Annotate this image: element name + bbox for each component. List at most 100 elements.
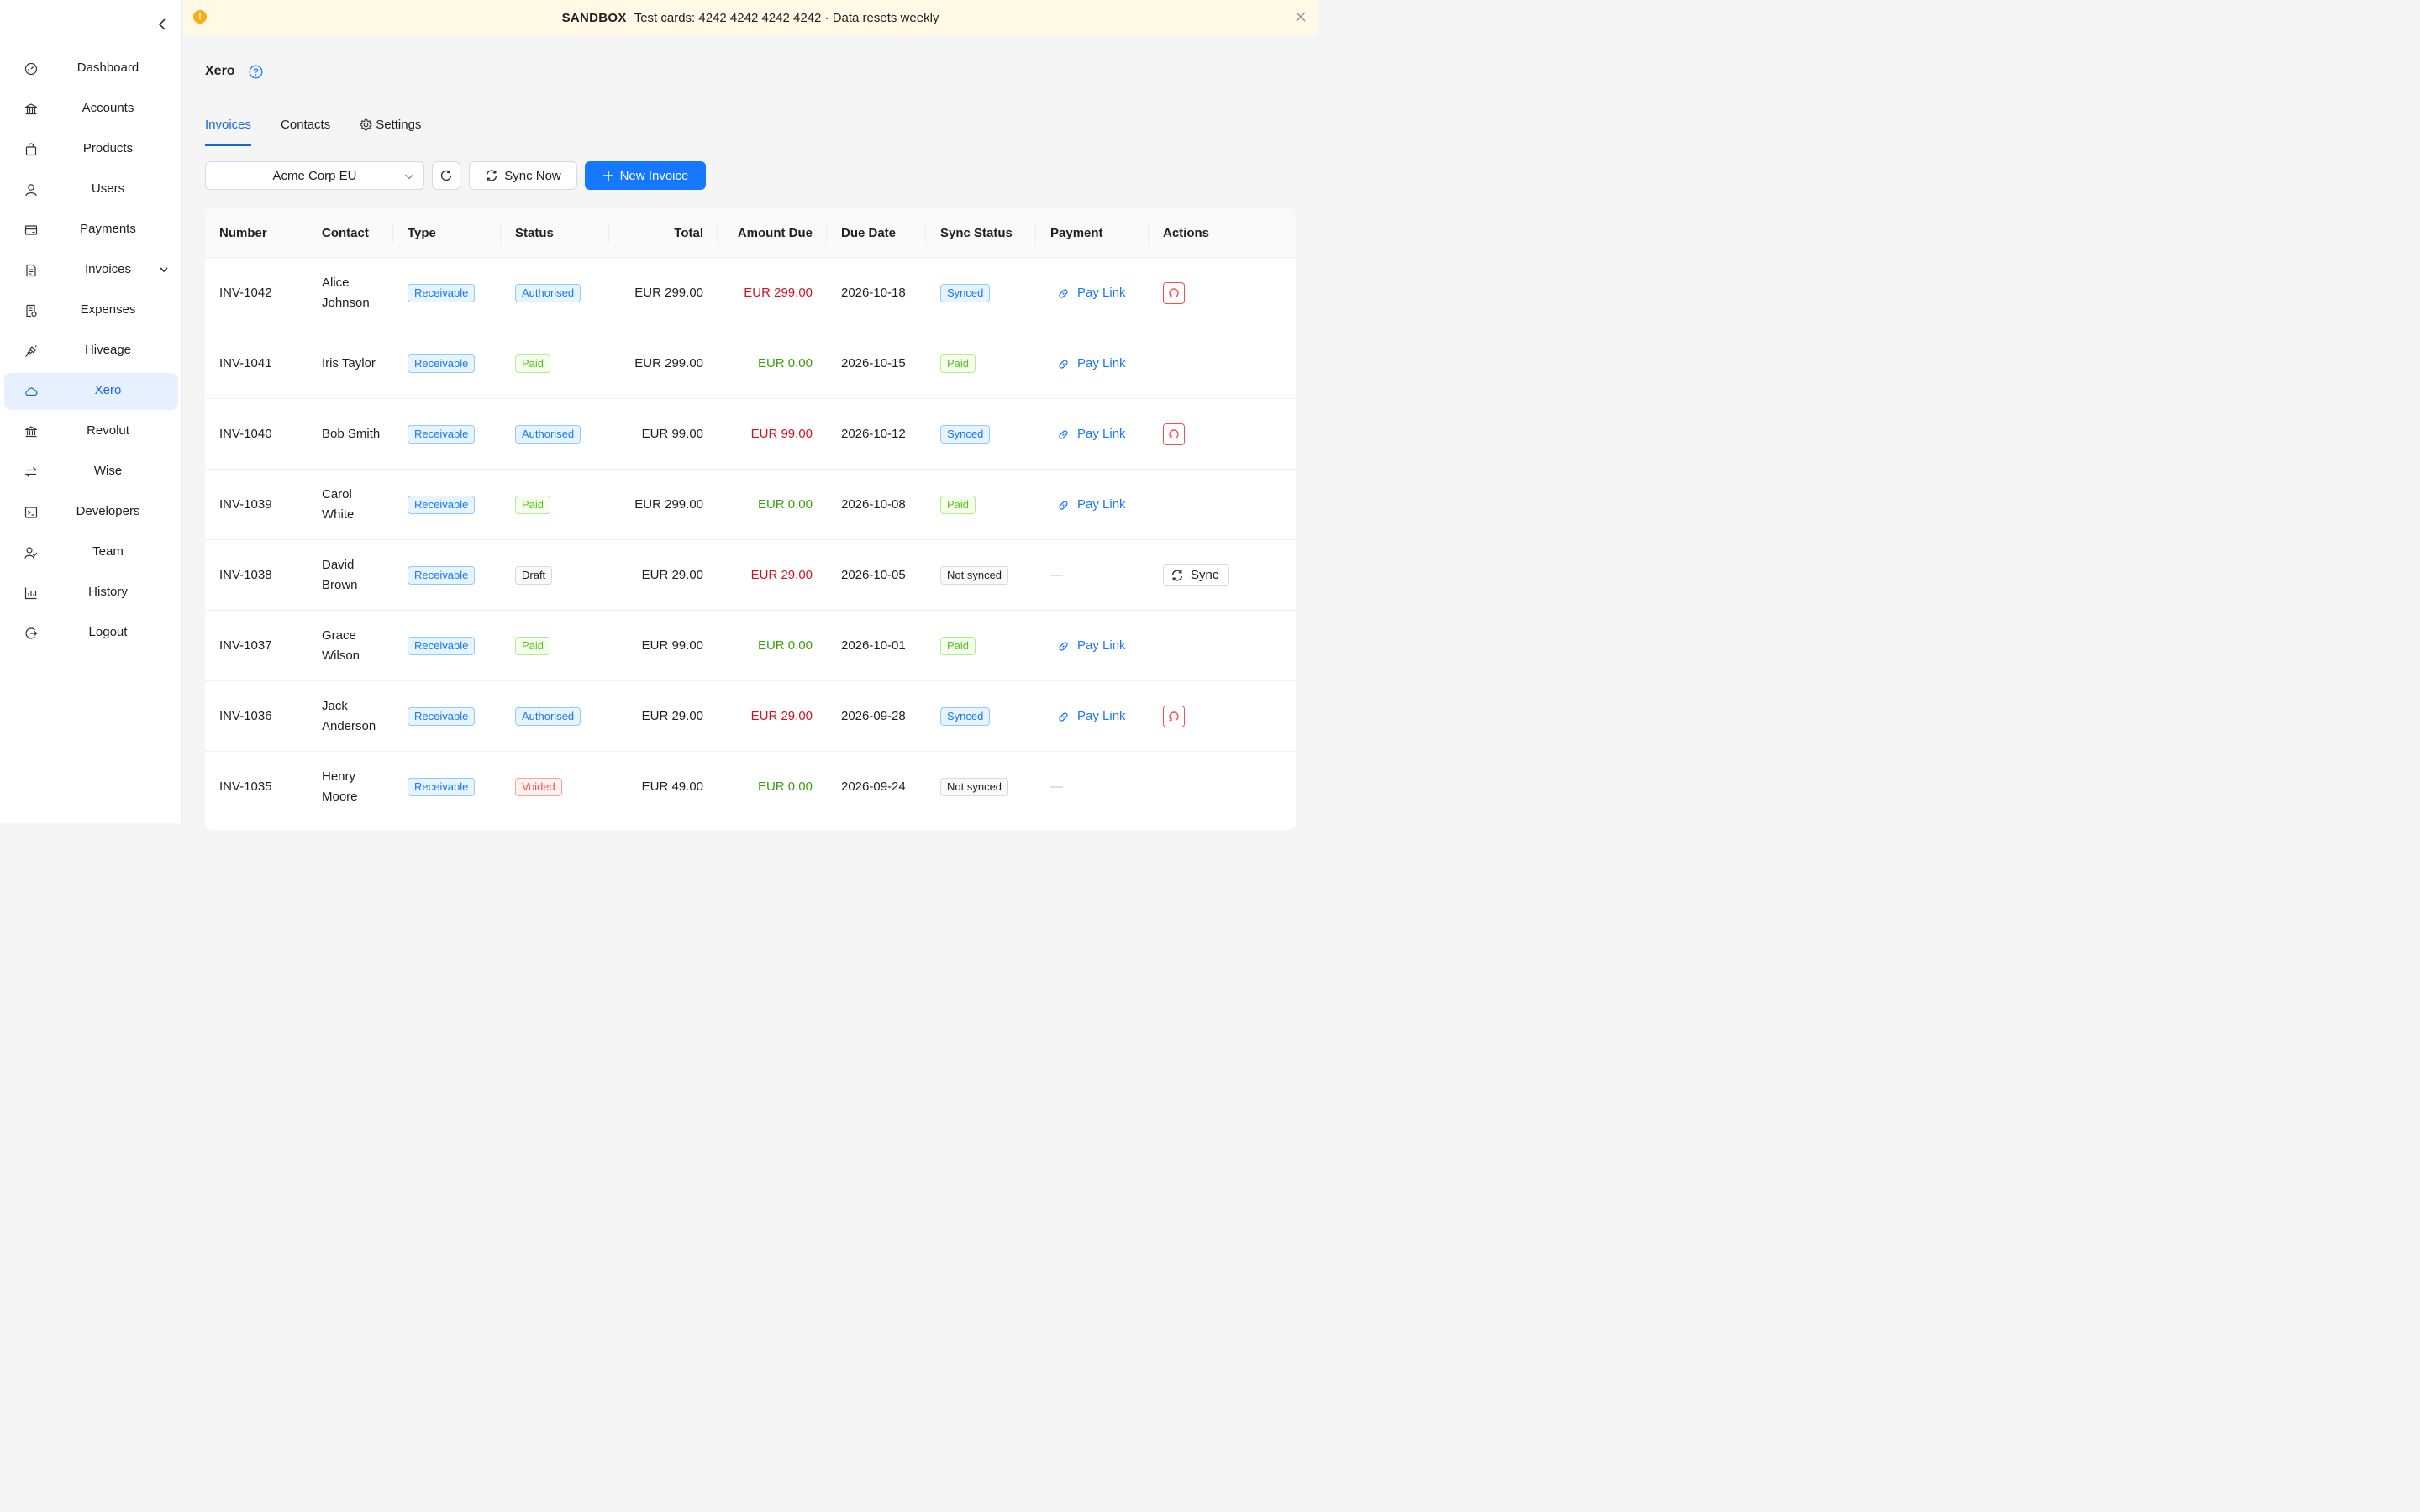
invoice-number: INV-1040 <box>219 427 272 441</box>
sidebar-item-revolut[interactable]: Revolut <box>4 413 178 450</box>
pay-link[interactable]: Pay Link <box>1057 495 1126 515</box>
cell-payment: Pay Link <box>1036 611 1149 681</box>
sidebar-item-dashboard[interactable]: Dashboard <box>4 50 178 87</box>
table-row[interactable]: INV-1035 Henry Moore Receivable Voided EUR 4… <box>205 752 1296 822</box>
cell-number: INV-1036 <box>205 681 308 752</box>
cell-total: EUR 29.00 <box>609 681 718 752</box>
sidebar-item-products[interactable]: Products <box>4 131 178 168</box>
table-row[interactable]: INV-1039 Carol White Receivable Paid EUR 299… <box>205 470 1296 540</box>
sync-status-badge: Synced <box>940 425 991 444</box>
contact-name: Bob Smith <box>322 427 381 441</box>
pay-link[interactable]: Pay Link <box>1057 283 1126 303</box>
tab-label: Invoices <box>205 118 252 132</box>
tab-invoices[interactable]: Invoices <box>205 111 252 146</box>
cell-sync-status: Synced <box>926 258 1036 328</box>
sync-row-button[interactable]: Sync <box>1163 564 1230 586</box>
sidebar-item-users[interactable]: Users <box>4 171 178 208</box>
new-invoice-button[interactable]: New Invoice <box>585 161 706 190</box>
table-row[interactable]: INV-1040 Bob Smith Receivable Authorised EUR… <box>205 399 1296 470</box>
contact-name: Alice Johnson <box>322 276 370 310</box>
table-row[interactable]: INV-1036 Jack Anderson Receivable Authorise… <box>205 681 1296 752</box>
due-date: 2026-10-05 <box>841 568 906 582</box>
collapse-sidebar-button[interactable] <box>154 15 171 34</box>
due-date: 2026-10-01 <box>841 638 906 653</box>
table-row[interactable]: INV-1037 Grace Wilson Receivable Paid EUR 99… <box>205 611 1296 681</box>
tab-settings[interactable]: Settings <box>360 111 421 146</box>
sidebar-item-invoices[interactable]: Invoices <box>4 252 178 289</box>
file-icon <box>24 264 38 277</box>
refresh-button[interactable] <box>432 161 460 190</box>
status-badge: Paid <box>515 637 551 655</box>
cell-contact: Bob Smith <box>308 399 393 470</box>
disconnect-icon <box>1169 288 1179 298</box>
sidebar-item-logout[interactable]: Logout <box>4 615 178 652</box>
sidebar-item-history[interactable]: History <box>4 575 178 612</box>
table-row[interactable]: INV-1042 Alice Johnson Receivable Authorise… <box>205 258 1296 328</box>
sidebar-item-expenses[interactable]: Expenses <box>4 292 178 329</box>
sidebar-item-wise[interactable]: Wise <box>4 454 178 491</box>
sidebar-item-developers[interactable]: Developers <box>4 494 178 531</box>
cell-actions <box>1149 752 1296 822</box>
disconnect-icon <box>1169 711 1179 722</box>
cell-type: Receivable <box>393 611 501 681</box>
status-badge: Paid <box>515 496 551 514</box>
due-date: 2026-10-12 <box>841 427 906 441</box>
sidebar-item-xero[interactable]: Xero <box>4 373 178 410</box>
team-icon <box>24 546 38 559</box>
banner-message: Test cards: 4242 4242 4242 4242 · Data r… <box>634 10 939 25</box>
cell-type: Receivable <box>393 258 501 328</box>
column-header-number: Number <box>205 208 308 258</box>
credit-card-icon <box>24 223 38 237</box>
tab-contacts[interactable]: Contacts <box>281 111 330 146</box>
invoice-number: INV-1042 <box>219 286 272 300</box>
cell-sync-status: Paid <box>926 328 1036 399</box>
close-icon[interactable] <box>1294 10 1307 24</box>
cell-status: Voided <box>501 752 609 822</box>
table-row[interactable]: INV-1038 David Brown Receivable Draft EUR 29… <box>205 540 1296 611</box>
bank-icon <box>24 425 38 438</box>
payment-empty: — <box>1050 568 1063 582</box>
organization-select[interactable]: Acme Corp EU <box>205 161 424 190</box>
unsync-button[interactable] <box>1163 282 1185 304</box>
sidebar-item-accounts[interactable]: Accounts <box>4 91 178 128</box>
pay-link[interactable]: Pay Link <box>1057 706 1126 727</box>
status-badge: Authorised <box>515 425 581 444</box>
pay-link[interactable]: Pay Link <box>1057 636 1126 656</box>
sidebar-item-payments[interactable]: Payments <box>4 212 178 249</box>
sidebar-item-label: Products <box>82 141 134 155</box>
sidebar-item-team[interactable]: Team <box>4 534 178 571</box>
contact-name: Iris Taylor <box>322 356 376 370</box>
sync-now-button[interactable]: Sync Now <box>469 161 577 190</box>
type-badge: Receivable <box>408 354 476 373</box>
invoice-number: INV-1039 <box>219 497 272 512</box>
cell-contact: David Brown <box>308 540 393 611</box>
column-header-label: Amount Due <box>737 226 813 240</box>
pay-link[interactable]: Pay Link <box>1057 354 1126 374</box>
sidebar-item-label: Expenses <box>80 302 136 317</box>
cell-actions <box>1149 681 1296 752</box>
organization-select-value: Acme Corp EU <box>272 168 357 183</box>
cell-due-date: 2026-10-01 <box>827 611 926 681</box>
link-icon <box>1059 500 1068 510</box>
unsync-button[interactable] <box>1163 423 1185 445</box>
sidebar-item-label: Dashboard <box>76 60 139 75</box>
cell-amount-due: EUR 99.00 <box>718 399 827 470</box>
sandbox-banner: ! SANDBOX Test cards: 4242 4242 4242 424… <box>183 0 1318 35</box>
sidebar-item-hiveage[interactable]: Hiveage <box>4 333 178 370</box>
cell-payment: Pay Link <box>1036 681 1149 752</box>
pay-link-label: Pay Link <box>1077 286 1126 300</box>
sidebar-item-label: Xero <box>94 383 122 397</box>
cell-amount-due: EUR 0.00 <box>718 470 827 540</box>
main-content: Xero Invoices Contacts Settings Acme Cor… <box>183 35 1318 830</box>
bar-chart-icon <box>24 586 38 600</box>
pay-link[interactable]: Pay Link <box>1057 424 1126 444</box>
cell-due-date: 2026-09-28 <box>827 681 926 752</box>
pay-link-label: Pay Link <box>1077 427 1126 441</box>
table-row[interactable]: INV-1041 Iris Taylor Receivable Paid EUR 299… <box>205 328 1296 399</box>
sidebar-item-label: Revolut <box>87 423 129 438</box>
help-icon[interactable] <box>249 65 263 79</box>
total-amount: EUR 299.00 <box>634 356 703 370</box>
cell-contact: Carol White <box>308 470 393 540</box>
unsync-button[interactable] <box>1163 706 1185 727</box>
column-header-label: Number <box>219 226 267 240</box>
